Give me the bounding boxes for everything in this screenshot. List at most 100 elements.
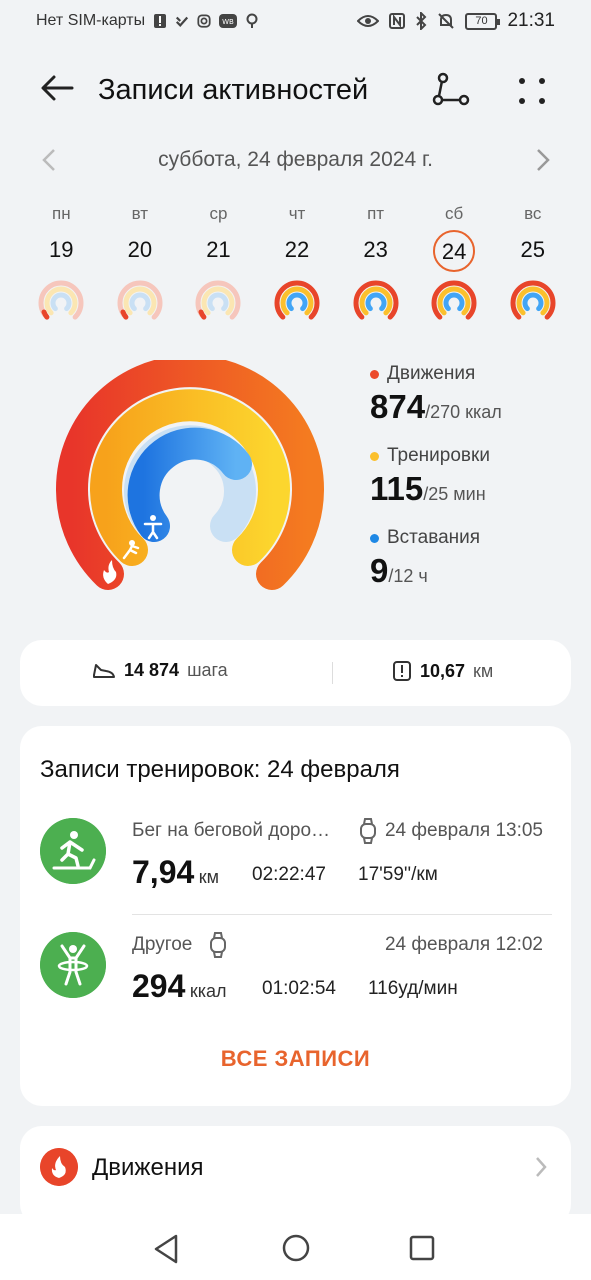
bluetooth-icon: [416, 12, 427, 30]
workout-row[interactable]: Бег на беговой доро… 24 февраля 13:05 7,…: [20, 818, 571, 918]
mini-activity-rings: [431, 280, 477, 320]
watch-icon: [360, 818, 376, 844]
steps-count: 14 874: [124, 660, 180, 680]
day-of-week: пн: [51, 204, 71, 223]
day-24[interactable]: сб 24: [415, 200, 494, 330]
status-bar: Нет SIM-карты WB 70 21:31: [0, 0, 591, 44]
workout-calories: 294: [132, 968, 186, 1004]
eye-icon: [357, 15, 380, 27]
movement-label: Движения: [387, 363, 476, 384]
standing-dot: [370, 533, 379, 543]
workout-pace: 17'59''/км: [358, 864, 438, 885]
workouts-card: Записи тренировок: 24 февраля Бег на бег…: [20, 726, 571, 1106]
workout-name: Другое: [132, 934, 193, 955]
clock: 21:31: [507, 10, 555, 31]
day-of-week: вс: [524, 204, 542, 223]
workout-duration: 02:22:47: [252, 864, 326, 885]
day-of-week: пт: [367, 204, 385, 223]
mini-activity-rings: [274, 280, 320, 320]
workouts-card-title: Записи тренировок: 24 февраля: [40, 756, 400, 783]
system-nav-bar: [0, 1214, 591, 1280]
workouts-value: 115: [370, 470, 424, 507]
distance-summary: 10,67 км: [392, 660, 493, 682]
workouts-dot: [370, 451, 379, 461]
workout-main-metric: 294 ккал: [132, 968, 227, 1005]
steps-summary: 14 874 шага: [92, 660, 228, 681]
treadmill-icon: [40, 818, 106, 884]
mini-activity-rings: [38, 280, 84, 320]
day-of-week: вт: [131, 204, 149, 223]
distance-icon: [393, 661, 411, 681]
movement-card-title: Движения: [92, 1154, 204, 1181]
day-number: 19: [49, 237, 74, 262]
more-icon[interactable]: [510, 68, 554, 112]
week-strip: пн 19 вт 20 ср 21 чт 22 пт 23 сб 24 вс 25: [22, 200, 572, 330]
workout-date: 24 февраля 12:02: [384, 934, 543, 955]
day-23[interactable]: пт 23: [336, 200, 415, 330]
watch-icon: [210, 932, 226, 958]
standing-goal: /12 ч: [388, 566, 428, 586]
workout-row[interactable]: Другое 24 февраля 12:02 294 ккал 01:02:5…: [20, 932, 571, 1032]
mini-activity-rings: [510, 280, 556, 320]
day-22[interactable]: чт 22: [258, 200, 337, 330]
nav-home-icon[interactable]: [280, 1232, 312, 1264]
movement-card[interactable]: Движения: [20, 1126, 571, 1226]
chevron-right-icon[interactable]: [528, 142, 556, 178]
day-number: 24: [433, 230, 476, 272]
legend-standing: Вставания 9/12 ч: [370, 526, 570, 594]
workouts-goal: /25 мин: [423, 484, 486, 504]
alert-icon: [154, 14, 167, 28]
workout-name: Бег на беговой доро…: [132, 820, 331, 841]
back-arrow-icon[interactable]: [38, 68, 78, 108]
day-20[interactable]: вт 20: [101, 200, 180, 330]
workout-main-metric: 7,94 км: [132, 854, 219, 891]
workout-heart-rate: 116уд/мин: [368, 978, 458, 999]
page-title: Записи активностей: [98, 74, 369, 106]
sync-icon: [176, 16, 189, 27]
wb-icon: WB: [219, 14, 238, 28]
steps-distance-card[interactable]: 14 874 шага 10,67 км: [20, 640, 571, 706]
mute-icon: [438, 13, 455, 29]
nav-back-icon[interactable]: [150, 1232, 184, 1266]
day-number: 21: [206, 237, 231, 262]
day-number: 23: [363, 237, 388, 262]
location-icon: [246, 13, 258, 28]
day-of-week: ср: [209, 204, 228, 223]
workout-duration: 01:02:54: [262, 978, 336, 999]
day-number: 22: [284, 237, 310, 262]
day-number: 20: [127, 237, 153, 262]
svg-text:WB: WB: [222, 18, 234, 26]
distance-unit: км: [473, 660, 494, 681]
carrier-label: Нет SIM-карты: [36, 12, 146, 29]
workout-calories-unit: ккал: [189, 981, 227, 1001]
instagram-icon: [197, 14, 211, 28]
steps-unit: шага: [187, 660, 228, 680]
fire-icon: [40, 1148, 78, 1186]
day-25[interactable]: вс 25: [493, 200, 572, 330]
distance-value: 10,67: [420, 660, 466, 681]
movement-dot: [370, 369, 379, 379]
workout-date: 24 февраля 13:05: [384, 820, 543, 841]
day-21[interactable]: ср 21: [179, 200, 258, 330]
date-label: суббота, 24 февраля 2024 г.: [158, 148, 433, 171]
day-19[interactable]: пн 19: [22, 200, 101, 330]
battery-indicator: 70: [465, 12, 501, 30]
share-icon[interactable]: [430, 68, 474, 112]
workout-distance-unit: км: [198, 867, 219, 887]
mini-activity-rings: [353, 280, 399, 320]
workout-distance: 7,94: [132, 854, 195, 890]
mini-activity-rings: [195, 280, 241, 320]
chevron-right-icon[interactable]: [531, 1152, 551, 1182]
app-header: Записи активностей: [0, 60, 591, 120]
activity-rings-chart: [56, 360, 324, 590]
all-records-button[interactable]: ВСЕ ЗАПИСИ: [20, 1046, 571, 1072]
nav-recent-icon[interactable]: [406, 1232, 438, 1264]
shoe-icon: [93, 663, 115, 678]
divider: [332, 662, 333, 684]
nfc-icon: [389, 13, 406, 29]
hula-hoop-icon: [40, 932, 106, 998]
divider: [132, 914, 552, 915]
standing-label: Вставания: [387, 527, 481, 548]
mini-activity-rings: [117, 280, 163, 320]
standing-value: 9: [370, 552, 389, 589]
